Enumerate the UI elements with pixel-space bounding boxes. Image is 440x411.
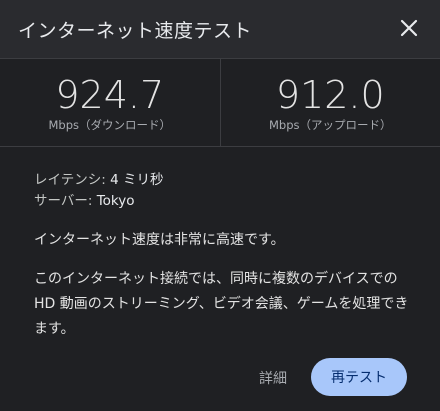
latency-row: レイテンシ: 4 ミリ秒 [34,170,163,191]
speed-metrics: 924.7 Mbps（ダウンロード） 912.0 Mbps（アップロード） [0,58,440,147]
upload-speed-value: 912.0 [275,73,385,117]
download-speed-value: 924.7 [55,73,165,117]
server-label: サーバー: [34,193,97,209]
speed-test-dialog: インターネット速度テスト 924.7 Mbps（ダウンロード） 912.0 Mb… [0,0,440,411]
speed-summary: インターネット速度は非常に高速です。 [34,232,285,248]
details-button[interactable]: 詳細 [245,363,301,393]
close-icon [400,19,418,37]
latency-value: 4 ミリ秒 [110,172,164,188]
upload-speed-label: Mbps（アップロード） [268,118,392,132]
dialog-title: インターネット速度テスト [18,20,253,42]
speed-description: このインターネット接続では、同時に複数のデバイスでの HD 動画のストリーミング… [34,271,409,337]
latency-label: レイテンシ: [34,172,111,188]
dialog-header: インターネット速度テスト [0,0,440,58]
upload-metric: 912.0 Mbps（アップロード） [219,59,440,146]
server-row: サーバー: Tokyo [34,191,163,212]
close-button[interactable] [396,15,422,41]
server-value: Tokyo [96,193,135,209]
download-speed-label: Mbps（ダウンロード） [48,118,171,132]
download-metric: 924.7 Mbps（ダウンロード） [0,59,220,146]
retest-button[interactable]: 再テスト [311,358,407,396]
connection-info: レイテンシ: 4 ミリ秒 サーバー: Tokyo [34,170,163,212]
